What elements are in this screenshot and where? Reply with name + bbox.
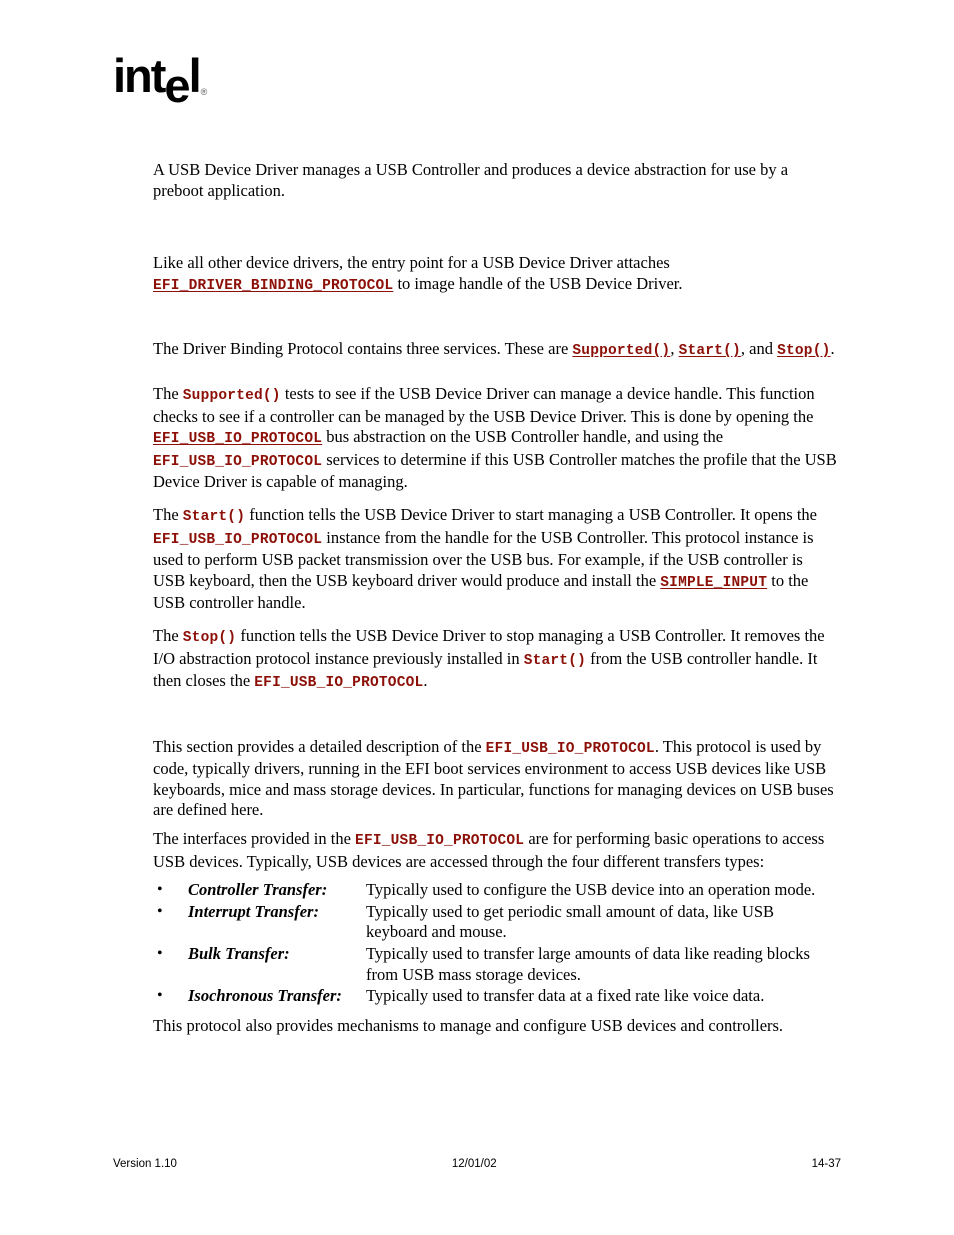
text-segment: , and bbox=[740, 339, 778, 359]
text-segment: The interfaces provided in the bbox=[153, 829, 356, 849]
code-stop: Stop() bbox=[182, 629, 237, 646]
code-efi-usb-io-protocol: EFI_USB_IO_PROTOCOL bbox=[254, 675, 424, 692]
paragraph-section-overview: This section provides a detailed descrip… bbox=[153, 737, 839, 821]
document-body: A USB Device Driver manages a USB Contro… bbox=[153, 160, 839, 1036]
bullet-icon: • bbox=[157, 987, 163, 1005]
intel-logo: intel® bbox=[113, 52, 313, 112]
text-segment: . bbox=[423, 671, 428, 691]
paragraph-three-services: The Driver Binding Protocol contains thr… bbox=[153, 339, 839, 362]
code-link-efi-usb-io-protocol[interactable]: EFI_USB_IO_PROTOCOL bbox=[153, 431, 322, 447]
code-efi-usb-io-protocol: EFI_USB_IO_PROTOCOL bbox=[355, 833, 525, 850]
paragraph-usb-device-driver-intro: A USB Device Driver manages a USB Contro… bbox=[153, 160, 839, 201]
text-segment: . bbox=[830, 339, 835, 359]
text-segment: Like all other device drivers, the entry… bbox=[153, 253, 670, 273]
transfer-label: Interrupt Transfer: bbox=[188, 901, 319, 921]
bullet-icon: • bbox=[157, 902, 163, 920]
paragraph-text: This protocol also provides mechanisms t… bbox=[153, 1015, 784, 1035]
paragraph-interfaces-provided: The interfaces provided in the EFI_USB_I… bbox=[153, 829, 839, 872]
code-efi-usb-io-protocol: EFI_USB_IO_PROTOCOL bbox=[153, 453, 323, 470]
transfer-description: Typically used to configure the USB devi… bbox=[366, 880, 816, 900]
paragraph-start-description: The Start() function tells the USB Devic… bbox=[153, 505, 839, 614]
code-start: Start() bbox=[182, 508, 246, 525]
paragraph-stop-description: The Stop() function tells the USB Device… bbox=[153, 626, 839, 694]
paragraph-protocol-mechanisms: This protocol also provides mechanisms t… bbox=[153, 1016, 839, 1037]
list-item: • Controller Transfer: Typically used to… bbox=[153, 880, 839, 901]
logo-text-int: int bbox=[113, 49, 166, 102]
code-link-efi-driver-binding-protocol[interactable]: EFI_DRIVER_BINDING_PROTOCOL bbox=[153, 278, 393, 294]
code-efi-usb-io-protocol: EFI_USB_IO_PROTOCOL bbox=[485, 740, 655, 757]
code-link-simple-input[interactable]: SIMPLE_INPUT bbox=[660, 575, 767, 591]
paragraph-text: A USB Device Driver manages a USB Contro… bbox=[153, 160, 789, 200]
transfer-types-list: • Controller Transfer: Typically used to… bbox=[153, 880, 839, 1007]
transfer-label: Controller Transfer: bbox=[188, 880, 328, 900]
transfer-row: Interrupt Transfer: Typically used to ge… bbox=[188, 902, 839, 943]
code-link-supported[interactable]: Supported() bbox=[572, 343, 670, 359]
transfer-description: Typically used to get periodic small amo… bbox=[366, 901, 775, 942]
text-segment: , bbox=[670, 339, 679, 359]
paragraph-supported-description: The Supported() tests to see if the USB … bbox=[153, 384, 839, 493]
code-link-start[interactable]: Start() bbox=[679, 343, 741, 359]
code-supported: Supported() bbox=[182, 387, 281, 404]
text-segment: The bbox=[153, 504, 183, 524]
text-segment: This section provides a detailed descrip… bbox=[153, 736, 486, 756]
footer-date: 12/01/02 bbox=[451, 1158, 497, 1170]
text-segment: The Driver Binding Protocol contains thr… bbox=[153, 339, 573, 359]
logo-text-e: e bbox=[164, 59, 190, 112]
list-item: • Isochronous Transfer: Typically used t… bbox=[153, 986, 839, 1007]
transfer-label: Bulk Transfer: bbox=[188, 944, 290, 964]
text-segment: The bbox=[153, 625, 183, 645]
text-segment: function tells the USB Device Driver to … bbox=[245, 504, 817, 524]
paragraph-entry-point: Like all other device drivers, the entry… bbox=[153, 253, 839, 296]
text-segment: The bbox=[153, 383, 183, 403]
page-footer: Version 1.10 12/01/02 14-37 bbox=[113, 1158, 841, 1170]
list-item: • Bulk Transfer: Typically used to trans… bbox=[153, 944, 839, 985]
intel-wordmark: intel® bbox=[113, 49, 208, 109]
code-link-stop[interactable]: Stop() bbox=[777, 343, 830, 359]
code-efi-usb-io-protocol: EFI_USB_IO_PROTOCOL bbox=[153, 531, 323, 548]
code-start: Start() bbox=[523, 652, 587, 669]
list-item: • Interrupt Transfer: Typically used to … bbox=[153, 902, 839, 943]
transfer-row: Controller Transfer: Typically used to c… bbox=[188, 880, 839, 901]
footer-page-number: 14-37 bbox=[811, 1158, 841, 1170]
text-segment: bus abstraction on the USB Controller ha… bbox=[322, 427, 724, 447]
registered-trademark-icon: ® bbox=[200, 87, 208, 98]
transfer-label: Isochronous Transfer: bbox=[188, 986, 342, 1006]
bullet-icon: • bbox=[157, 881, 163, 899]
text-segment: to image handle of the USB Device Driver… bbox=[393, 273, 683, 293]
bullet-icon: • bbox=[157, 945, 163, 963]
transfer-description: Typically used to transfer large amounts… bbox=[366, 944, 810, 984]
transfer-row: Isochronous Transfer: Typically used to … bbox=[188, 986, 839, 1007]
logo-text-l: l bbox=[188, 49, 202, 102]
transfer-row: Bulk Transfer: Typically used to transfe… bbox=[188, 944, 839, 985]
transfer-description: Typically used to transfer data at a fix… bbox=[366, 986, 765, 1006]
